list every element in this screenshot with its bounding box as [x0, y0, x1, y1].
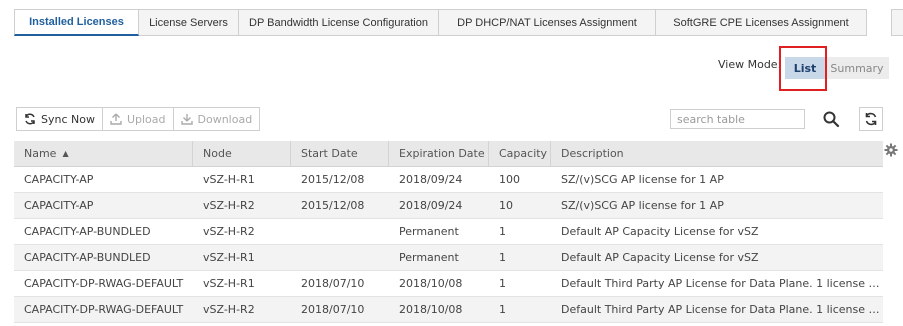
table-row[interactable]: CAPACITY-AP vSZ-H-R2 2015/12/08 2018/09/… [14, 193, 883, 219]
table-row[interactable]: CAPACITY-DP-RWAG-DEFAULT vSZ-H-R1 2018/0… [14, 271, 883, 297]
cell-start-date: 2018/07/10 [301, 303, 365, 316]
cell-capacity: 10 [499, 199, 513, 212]
cell-description: Default Third Party AP License for Data … [561, 277, 883, 290]
column-header-expiration-date[interactable]: Expiration Date [389, 140, 489, 167]
cell-description: SZ/(v)SCG AP license for 1 AP [561, 173, 724, 186]
cell-name: CAPACITY-AP-BUNDLED [24, 225, 151, 238]
view-mode-label: View Mode: [718, 58, 782, 71]
tab-dp-dhcp-nat-licenses-assignment[interactable]: DP DHCP/NAT Licenses Assignment [439, 9, 656, 36]
cell-expiration-date: 2018/10/08 [399, 277, 463, 290]
tab-installed-licenses[interactable]: Installed Licenses [14, 9, 139, 36]
sync-now-button[interactable]: Sync Now [17, 108, 103, 130]
table-row[interactable]: CAPACITY-AP-BUNDLED vSZ-H-R2 Permanent 1… [14, 219, 883, 245]
sort-ascending-icon: ▲ [62, 149, 69, 158]
cell-expiration-date: Permanent [399, 251, 459, 264]
cell-description: SZ/(v)SCG AP license for 1 AP [561, 199, 724, 212]
table-header-row: Name ▲ Node Start Date Expiration Date C… [14, 140, 883, 167]
gear-icon[interactable] [884, 143, 898, 157]
cell-expiration-date: Permanent [399, 225, 459, 238]
cell-description: Default AP Capacity License for vSZ [561, 225, 759, 238]
column-header-node[interactable]: Node [193, 140, 291, 167]
cell-name: CAPACITY-DP-RWAG-DEFAULT [24, 303, 184, 316]
cell-start-date: 2015/12/08 [301, 199, 365, 212]
cell-node: vSZ-H-R2 [203, 199, 255, 212]
highlight-annotation [779, 46, 827, 91]
upload-label: Upload [126, 112, 166, 126]
cell-node: vSZ-H-R1 [203, 173, 255, 186]
refresh-button[interactable] [859, 107, 883, 131]
licenses-table: Name ▲ Node Start Date Expiration Date C… [14, 140, 883, 323]
table-row[interactable]: CAPACITY-AP-BUNDLED vSZ-H-R1 Permanent 1… [14, 245, 883, 271]
cell-name: CAPACITY-AP [24, 173, 94, 186]
download-button[interactable]: Download [174, 108, 260, 130]
column-header-start-date[interactable]: Start Date [291, 140, 389, 167]
cell-capacity: 1 [499, 225, 506, 238]
table-row[interactable]: CAPACITY-DP-RWAG-DEFAULT vSZ-H-R2 2018/0… [14, 297, 883, 323]
tab-dp-bandwidth-license-configuration[interactable]: DP Bandwidth License Configuration [239, 9, 439, 36]
tab-bar: Installed Licenses License Servers DP Ba… [14, 9, 867, 36]
upload-button[interactable]: Upload [103, 108, 174, 130]
view-mode-summary-button[interactable]: Summary [825, 57, 889, 79]
cell-name: CAPACITY-AP [24, 199, 94, 212]
cell-description: Default Third Party AP License for Data … [561, 303, 883, 316]
cell-node: vSZ-H-R2 [203, 303, 255, 316]
cell-name: CAPACITY-DP-RWAG-DEFAULT [24, 277, 184, 290]
cell-capacity: 1 [499, 277, 506, 290]
column-header-capacity[interactable]: Capacity [489, 140, 551, 167]
cell-expiration-date: 2018/09/24 [399, 199, 463, 212]
tab-softgre-cpe-licenses-assignment[interactable]: SoftGRE CPE Licenses Assignment [656, 9, 867, 36]
table-toolbar: Sync Now Upload Download [16, 107, 261, 131]
search-input[interactable] [670, 109, 805, 129]
cell-node: vSZ-H-R2 [203, 225, 255, 238]
upload-icon [110, 113, 122, 125]
cell-expiration-date: 2018/09/24 [399, 173, 463, 186]
column-header-name-label: Name [24, 147, 57, 160]
cell-capacity: 1 [499, 303, 506, 316]
cell-node: vSZ-H-R1 [203, 277, 255, 290]
cell-start-date: 2015/12/08 [301, 173, 365, 186]
sync-now-label: Sync Now [41, 112, 95, 126]
cell-description: Default AP Capacity License for vSZ [561, 251, 759, 264]
search-icon[interactable] [822, 110, 840, 128]
sync-icon [25, 113, 35, 125]
column-header-description[interactable]: Description [551, 141, 883, 167]
tab-overflow-edge [891, 9, 903, 36]
cell-node: vSZ-H-R1 [203, 251, 255, 264]
cell-expiration-date: 2018/10/08 [399, 303, 463, 316]
cell-capacity: 100 [499, 173, 520, 186]
download-label: Download [197, 112, 253, 126]
table-row[interactable]: CAPACITY-AP vSZ-H-R1 2015/12/08 2018/09/… [14, 167, 883, 193]
cell-name: CAPACITY-AP-BUNDLED [24, 251, 151, 264]
download-icon [180, 114, 193, 125]
cell-start-date: 2018/07/10 [301, 277, 365, 290]
cell-capacity: 1 [499, 251, 506, 264]
tab-license-servers[interactable]: License Servers [139, 9, 239, 36]
refresh-icon [865, 112, 877, 126]
column-header-name[interactable]: Name ▲ [14, 140, 193, 167]
